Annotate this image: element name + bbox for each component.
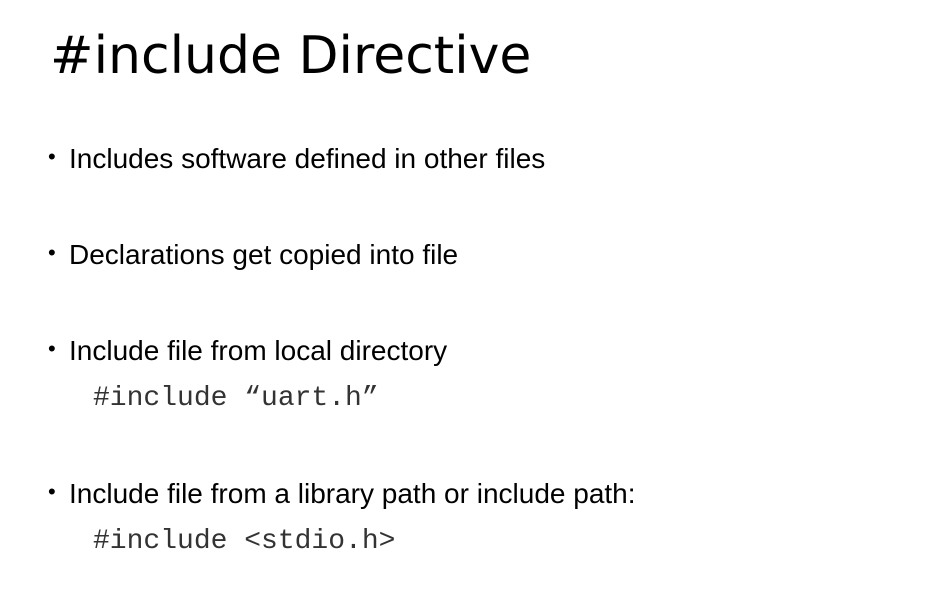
bullet-icon: • [48,144,56,169]
bullet-icon: • [48,240,56,265]
bullet-item: • Include file from a library path or inc… [48,477,636,511]
bullet-text: Include file from local directory [69,335,448,366]
bullet-item: • Declarations get copied into file [48,238,458,272]
code-example: #include “uart.h” [93,383,379,414]
code-example: #include <stdio.h> [93,526,396,557]
bullet-item: • Includes software defined in other file… [48,142,545,176]
slide: #include Directive • Includes software de… [0,0,931,602]
bullet-icon: • [48,336,56,361]
bullet-text: Includes software defined in other files [69,143,546,174]
bullet-item: • Include file from local directory [48,334,447,368]
slide-title: #include Directive [50,26,532,86]
bullet-text: Include file from a library path or incl… [69,478,636,509]
bullet-text: Declarations get copied into file [69,239,459,270]
bullet-icon: • [48,479,56,504]
